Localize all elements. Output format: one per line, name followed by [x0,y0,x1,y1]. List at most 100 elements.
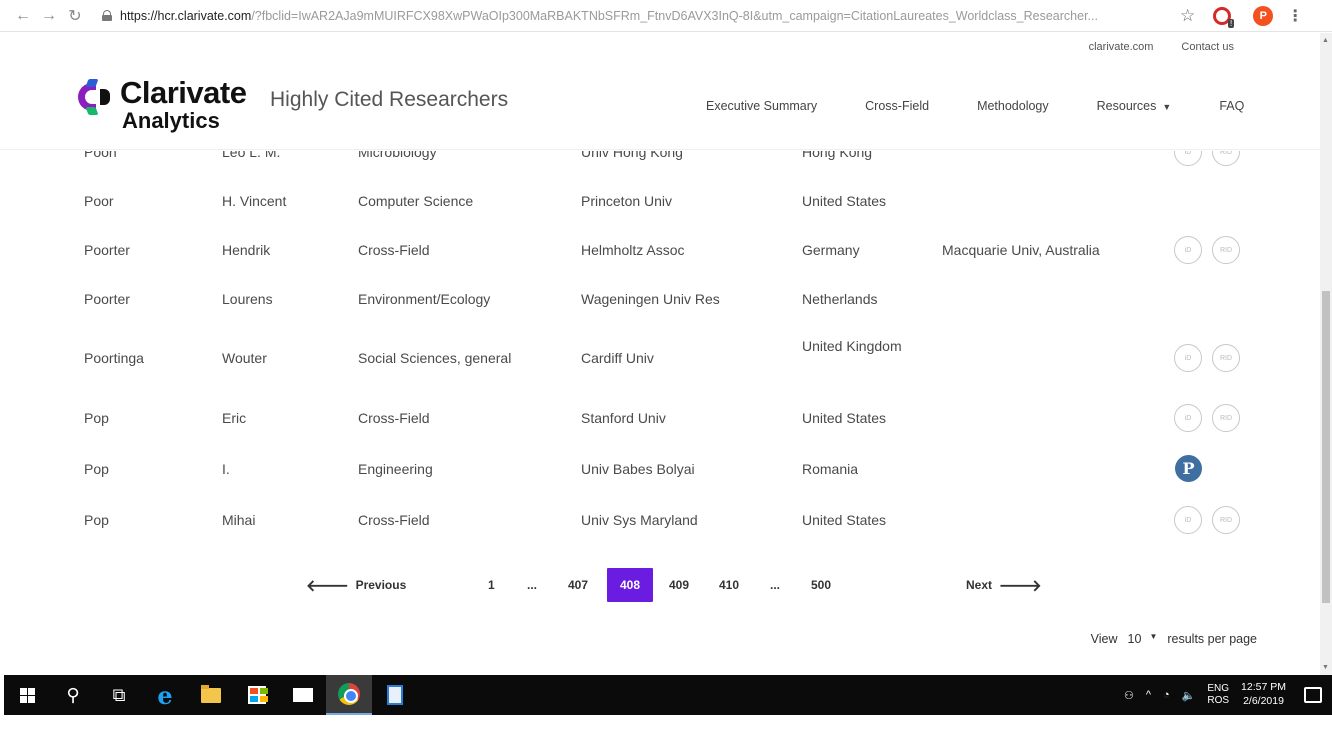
cell-institution: Wageningen Univ Res [581,291,720,307]
cell-first-name: Leo L. M. [222,151,281,160]
bookmark-star-icon[interactable]: ☆ [1180,6,1195,26]
top-link-clarivate[interactable]: clarivate.com [1089,41,1154,53]
current-page[interactable]: 408 [607,568,653,602]
cell-country: Romania [802,461,859,477]
people-icon[interactable]: ⚇ [1124,689,1134,702]
publons-icon[interactable]: P [1175,455,1202,482]
results-suffix: results per page [1167,632,1257,646]
cell-first-name: H. Vincent [222,193,287,209]
file-explorer-icon[interactable] [188,675,234,715]
site-header: clarivate.com Contact us Clarivate Analy… [0,33,1322,150]
top-link-contact[interactable]: Contact us [1181,41,1234,53]
network-icon[interactable]: ◔ [1163,689,1170,701]
caret-down-icon: ▼ [1149,632,1158,641]
orcid-icon[interactable]: iD [1174,506,1202,534]
site-title: Highly Cited Researchers [270,88,509,111]
store-icon[interactable] [234,675,280,715]
system-tray: ⚇ ^ ◔ 🔈 ENG ROS 12:57 PM 2/6/2019 [1124,681,1332,708]
scroll-up-icon[interactable]: ▲ [1322,37,1329,44]
top-links: clarivate.com Contact us [1089,41,1234,53]
cell-category: Social Sciences, general [358,350,512,366]
orcid-icon[interactable]: iD [1174,236,1202,264]
task-view-icon[interactable]: ⧉ [96,675,142,715]
cell-country: United States [802,410,887,426]
scroll-down-icon[interactable]: ▼ [1322,664,1329,671]
researcherid-icon[interactable]: RID [1212,236,1240,264]
nav-methodology[interactable]: Methodology [977,99,1049,113]
orcid-icon[interactable]: iD [1174,344,1202,372]
cell-last-name: Poortinga [84,350,144,366]
language-indicator[interactable]: ENG ROS [1207,683,1229,707]
per-page-select[interactable]: 10 ▼ [1128,632,1158,646]
profile-avatar[interactable]: P [1253,5,1274,26]
windows-taskbar: ⚲ ⧉ e ⚇ ^ ◔ 🔈 ENG ROS 12:57 PM 2/6/2019 [4,675,1332,715]
nav-executive-summary[interactable]: Executive Summary [706,99,817,113]
cell-institution: Stanford Univ [581,410,666,426]
cell-last-name: Pop [84,512,109,528]
nav-resources-label: Resources [1096,99,1157,113]
address-bar[interactable]: https://hcr.clarivate.com/?fbclid=IwAR2A… [102,4,1162,28]
cell-category: Environment/Ecology [358,291,491,307]
clock[interactable]: 12:57 PM 2/6/2019 [1241,681,1286,708]
page-link[interactable]: 409 [669,568,689,602]
cell-country: United Kingdom [802,338,902,354]
cell-last-name: Poor [84,193,114,209]
cell-country: United States [802,512,887,528]
search-icon[interactable]: ⚲ [50,675,96,715]
chrome-icon[interactable] [326,675,372,715]
document-icon[interactable] [372,675,418,715]
browser-toolbar: ← → ↻ https://hcr.clarivate.com/?fbclid=… [0,0,1332,32]
arrow-left-icon: 🡐 [306,577,349,595]
notification-icon[interactable] [1304,687,1322,703]
page-link[interactable]: 410 [719,568,739,602]
cell-institution: Univ Sys Maryland [581,512,698,528]
researcherid-icon[interactable]: RID [1212,506,1240,534]
cell-last-name: Poorter [84,291,130,307]
extension-icon[interactable]: ! [1213,6,1235,28]
page-ellipsis: ... [527,578,538,592]
page-scrollbar[interactable]: ▲ ▼ [1320,33,1332,675]
arrow-right-icon: 🡒 [998,577,1042,595]
researcherid-icon[interactable]: RID [1212,151,1240,166]
url-path: /?fbclid=IwAR2AJa9mMUIRFCX98XwPWaOIp300M… [251,8,1098,23]
previous-label: Previous [355,578,407,592]
cell-first-name: Hendrik [222,242,271,258]
researcherid-icon[interactable]: RID [1212,344,1240,372]
nav-resources[interactable]: Resources ▼ [1097,99,1172,113]
browser-menu-icon[interactable]: ⋮ [1287,6,1303,26]
clock-time: 12:57 PM [1241,681,1286,694]
reload-icon[interactable]: ↻ [62,3,88,29]
page-link[interactable]: 1 [488,568,495,602]
cell-category: Cross-Field [358,410,430,426]
nav-faq[interactable]: FAQ [1219,99,1244,113]
cell-last-name: Pop [84,461,109,477]
orcid-icon[interactable]: iD [1174,151,1202,166]
researcherid-icon[interactable]: RID [1212,404,1240,432]
main-nav: Executive Summary Cross-Field Methodolog… [706,99,1244,113]
volume-icon[interactable]: 🔈 [1182,689,1196,702]
next-label: Next [966,578,993,592]
next-page-button[interactable]: Next 🡒 [966,568,1042,602]
mail-icon[interactable] [280,675,326,715]
cell-first-name: Wouter [222,350,267,366]
edge-icon[interactable]: e [142,675,188,715]
cell-institution: Cardiff Univ [581,350,654,366]
clarivate-logo[interactable]: Clarivate Analytics [78,75,247,132]
nav-cross-field[interactable]: Cross-Field [865,99,929,113]
start-button[interactable] [4,675,50,715]
back-icon[interactable]: ← [10,3,36,29]
lang-bottom: ROS [1207,695,1230,706]
page-link[interactable]: 407 [568,568,588,602]
cell-category: Cross-Field [358,242,430,258]
chevron-up-icon[interactable]: ^ [1146,689,1151,701]
previous-page-button[interactable]: 🡐 Previous [306,568,406,602]
windows-icon [19,687,35,703]
cell-first-name: Lourens [222,291,273,307]
orcid-icon[interactable]: iD [1174,404,1202,432]
forward-icon[interactable]: → [36,3,62,29]
logo-brand: Clarivate [120,75,247,110]
scrollbar-thumb[interactable] [1322,291,1330,603]
page-link[interactable]: 500 [811,568,831,602]
cell-last-name: Poon [84,151,117,160]
cell-last-name: Poorter [84,242,130,258]
